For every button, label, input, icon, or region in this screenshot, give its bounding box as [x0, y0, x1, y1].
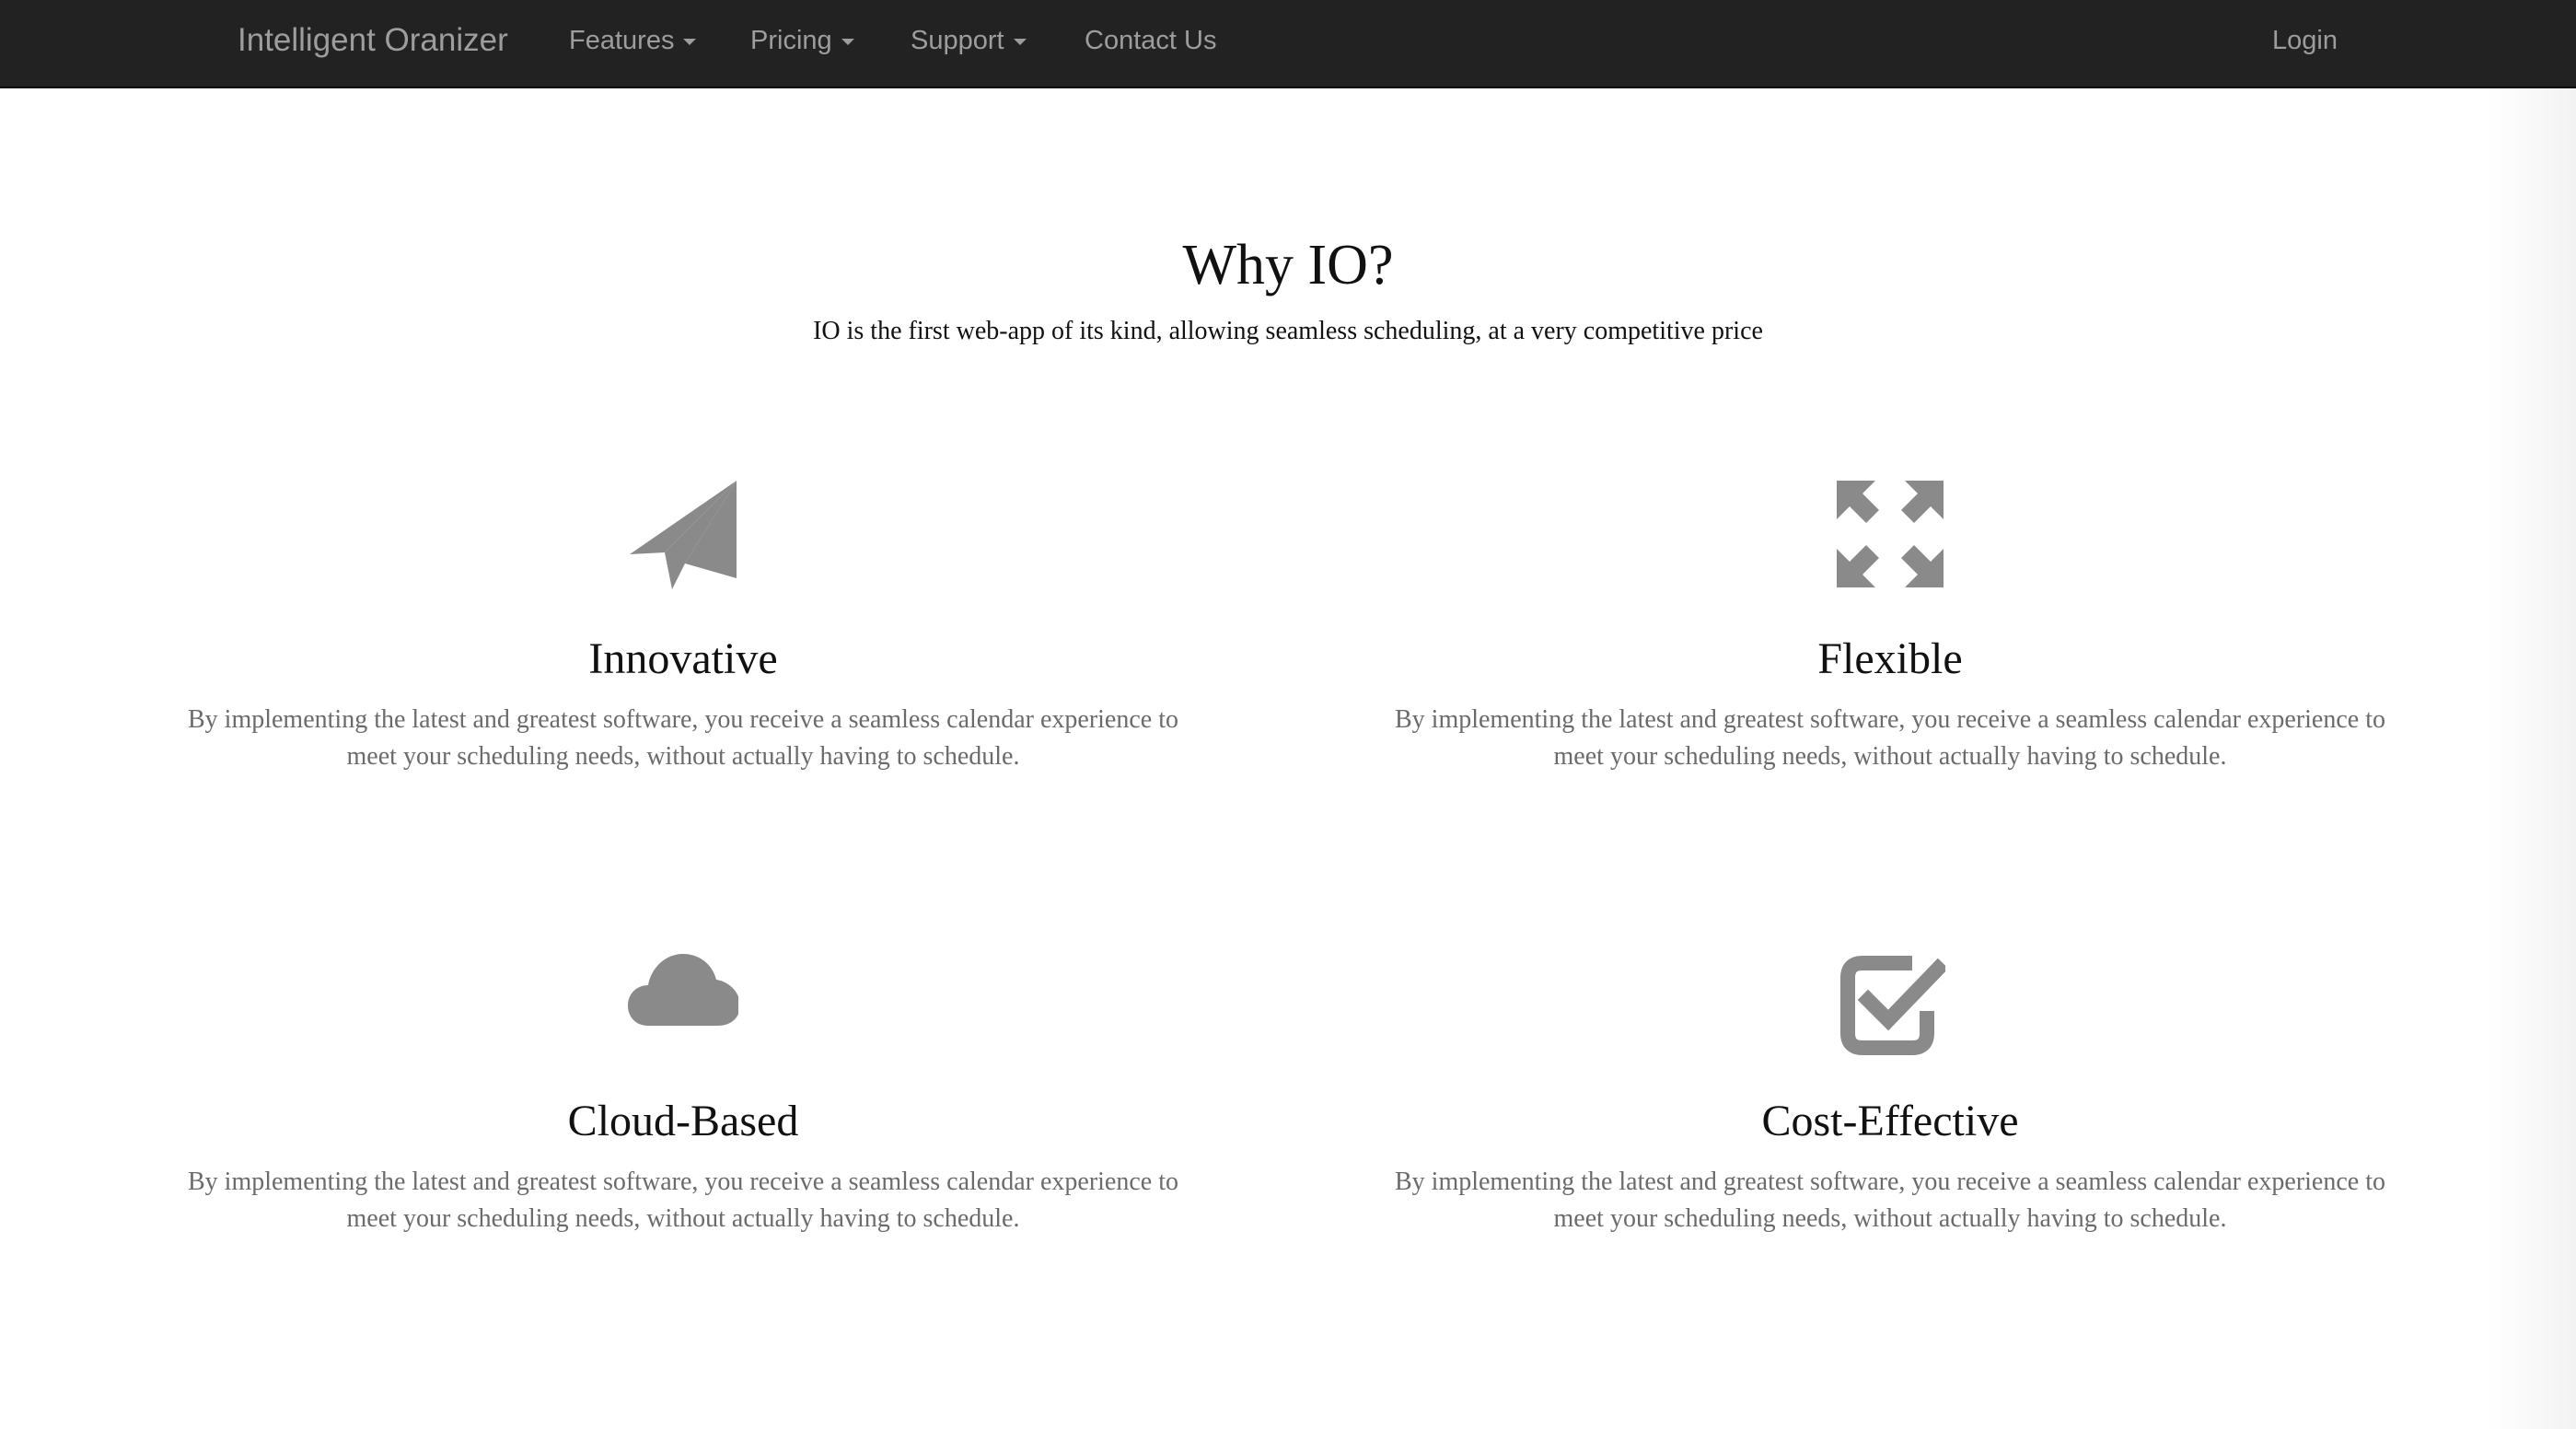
paper-plane-icon	[628, 479, 738, 589]
nav-support-label: Support	[911, 26, 1004, 55]
brand-link[interactable]: Intelligent Oranizer	[238, 18, 508, 63]
expand-arrows-icon	[1835, 479, 1945, 589]
nav-contact-link[interactable]: Contact Us	[1085, 18, 1216, 63]
feature-description: By implementing the latest and greatest …	[187, 1168, 1178, 1233]
feature-description: By implementing the latest and greatest …	[187, 705, 1178, 771]
nav-pricing-label: Pricing	[750, 26, 832, 55]
caret-down-icon	[1013, 38, 1027, 45]
nav-pricing-dropdown[interactable]: Pricing	[750, 18, 854, 63]
caret-down-icon	[841, 38, 854, 45]
page-subtitle: IO is the first web-app of its kind, all…	[813, 317, 1763, 345]
feature-title: Flexible	[1817, 634, 1963, 683]
caret-down-icon	[683, 38, 697, 45]
feature-title: Cloud-Based	[567, 1097, 799, 1145]
nav-contact-label: Contact Us	[1085, 26, 1217, 55]
checkbox-icon	[1835, 950, 1945, 1061]
feature-description: By implementing the latest and greatest …	[1394, 705, 2385, 771]
feature-title: Cost-Effective	[1761, 1097, 2019, 1145]
page-title: Why IO?	[1182, 234, 1394, 296]
login-link[interactable]: Login	[2272, 18, 2338, 63]
cloud-icon	[628, 941, 738, 1051]
nav-features-label: Features	[569, 26, 675, 55]
feature-title: Innovative	[588, 634, 778, 683]
top-navbar: Intelligent Oranizer Features Pricing Su…	[0, 0, 2576, 88]
nav-support-dropdown[interactable]: Support	[911, 18, 1027, 63]
feature-description: By implementing the latest and greatest …	[1394, 1168, 2385, 1233]
nav-features-dropdown[interactable]: Features	[569, 18, 697, 63]
